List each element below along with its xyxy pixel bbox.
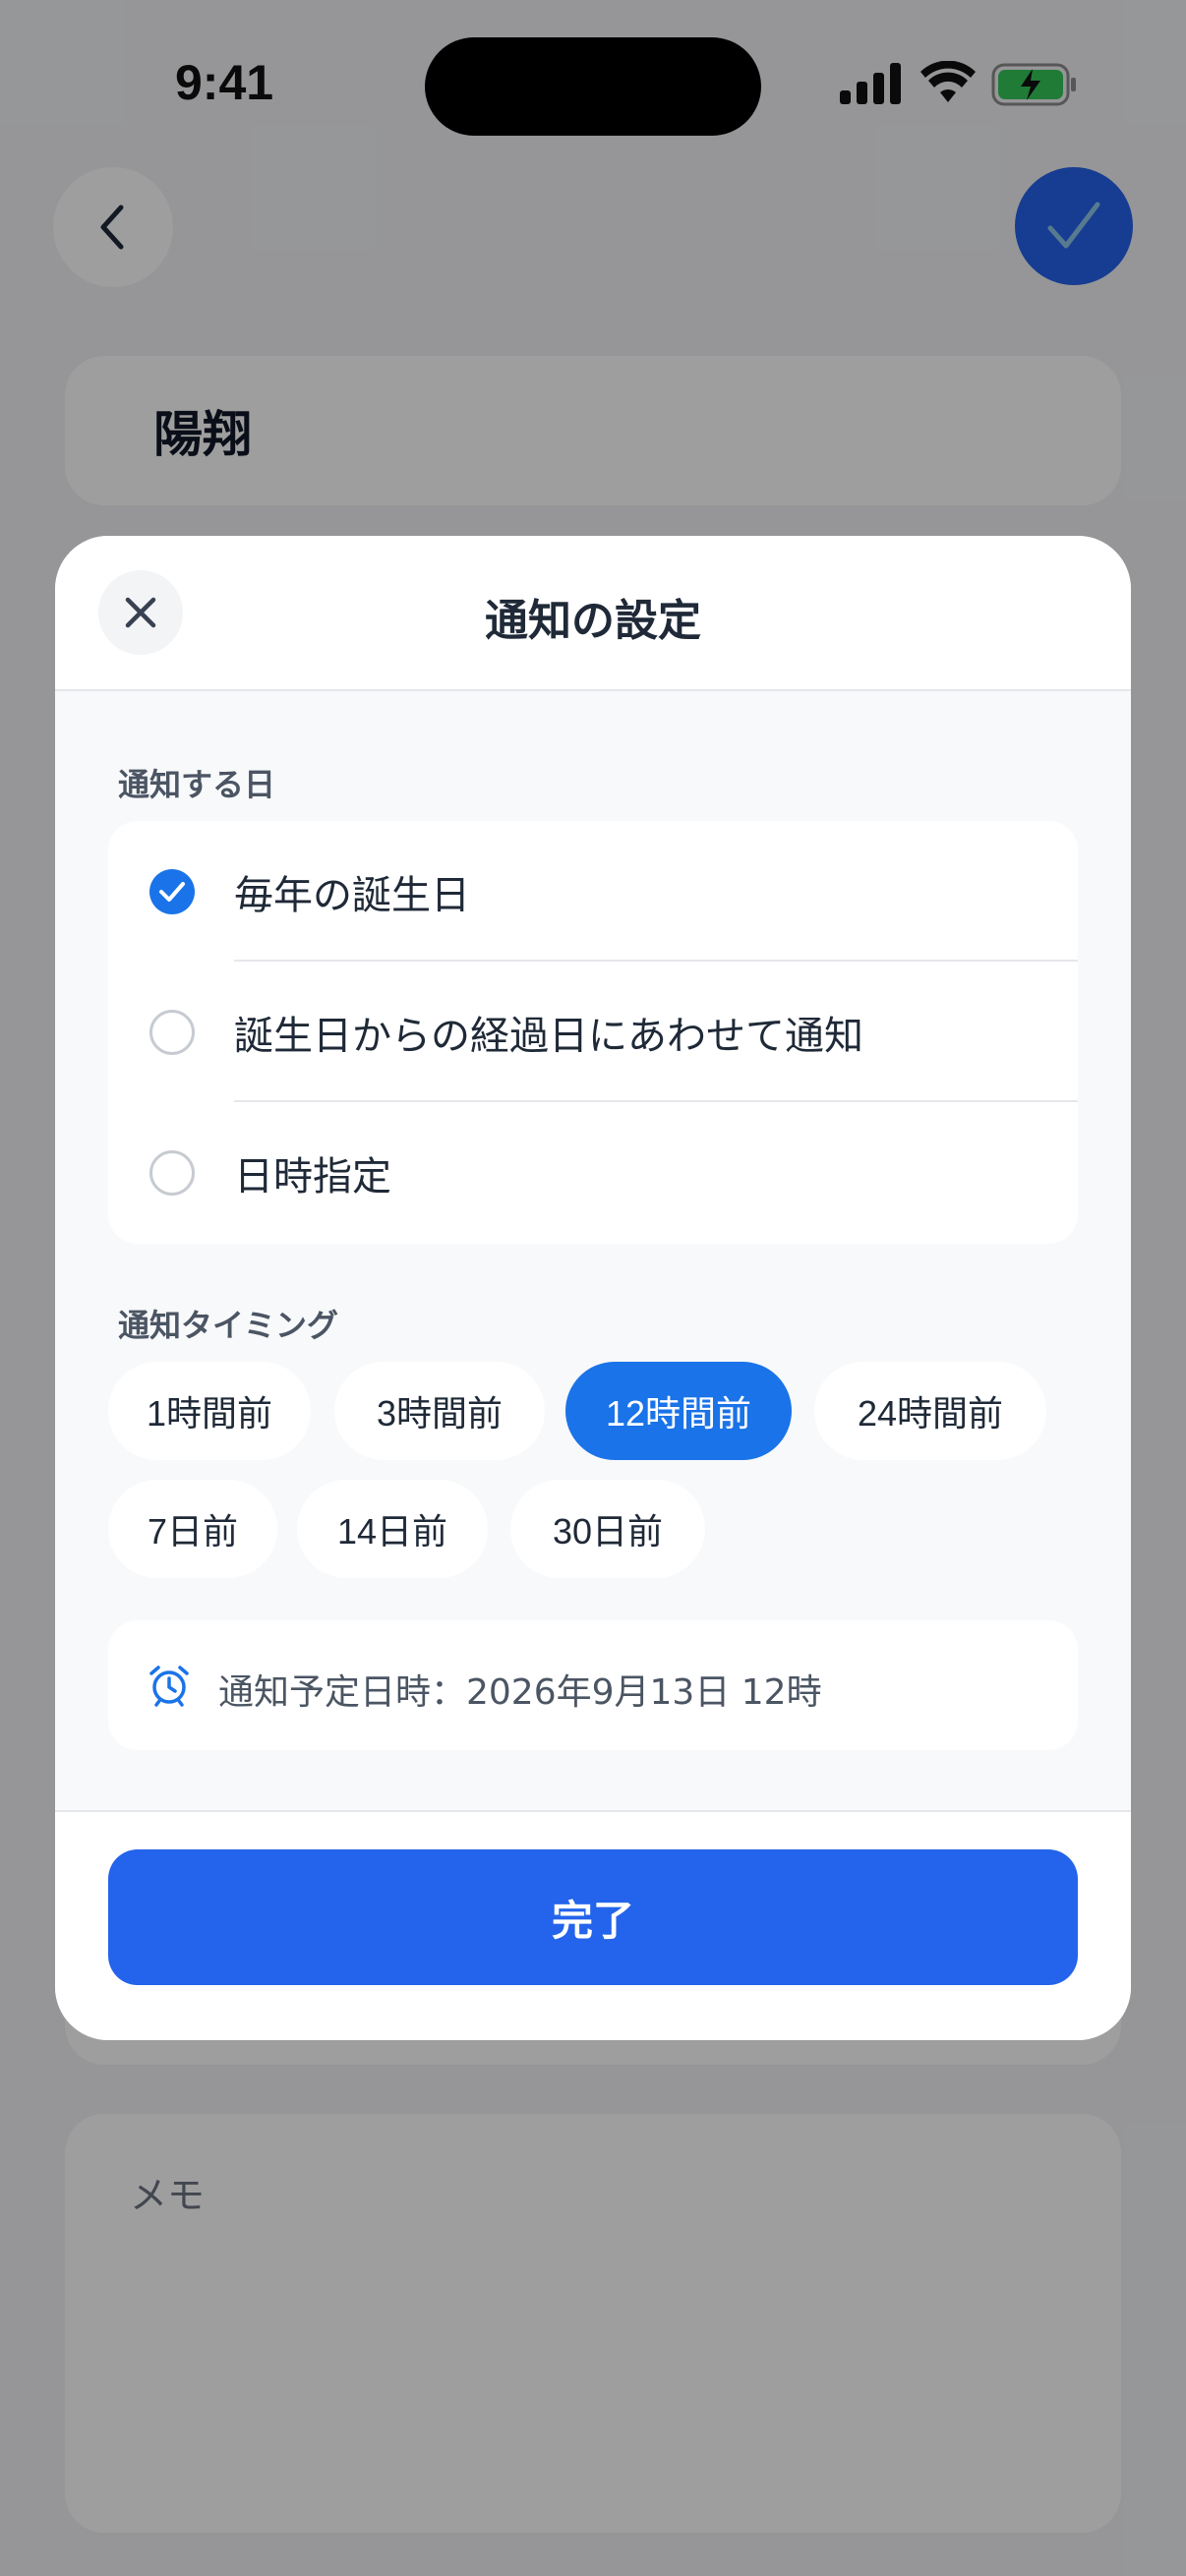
timing-chip-24h[interactable]: 24時間前 [814, 1362, 1046, 1460]
modal-title: 通知の設定 [485, 596, 701, 646]
radio-checked[interactable] [149, 868, 195, 914]
notify-day-label: 通知する日 [118, 766, 276, 803]
notification-settings-modal: 通知の設定 通知する日 毎年の誕生日 誕生日からの経過日にあわせて通知 日時指定… [55, 536, 1131, 2040]
option-label: 日時指定 [234, 1153, 391, 1200]
timing-label: 通知タイミング [118, 1307, 339, 1344]
scheduled-time-card: 通知予定日時：2026年9月13日 12時 [108, 1620, 1078, 1750]
notify-day-options: 毎年の誕生日 誕生日からの経過日にあわせて通知 日時指定 [108, 821, 1078, 1244]
modal-footer: 完了 [55, 1810, 1131, 2040]
timing-chip-7d[interactable]: 7日前 [108, 1480, 277, 1578]
option-elapsed-days[interactable]: 誕生日からの経過日にあわせて通知 [108, 962, 1078, 1102]
timing-chip-1h[interactable]: 1時間前 [108, 1362, 311, 1460]
timing-chip-12h[interactable]: 12時間前 [565, 1362, 792, 1460]
option-label: 誕生日からの経過日にあわせて通知 [234, 1013, 863, 1059]
option-yearly-birthday[interactable]: 毎年の誕生日 [108, 821, 1078, 962]
option-specific-datetime[interactable]: 日時指定 [108, 1102, 1078, 1243]
timing-chip-14d[interactable]: 14日前 [297, 1480, 488, 1578]
radio-unchecked[interactable] [149, 1009, 195, 1055]
option-label: 毎年の誕生日 [234, 872, 470, 918]
checkmark-icon [159, 881, 185, 902]
modal-header: 通知の設定 [55, 536, 1131, 691]
timing-chip-3h[interactable]: 3時間前 [334, 1362, 545, 1460]
timing-chip-30d[interactable]: 30日前 [510, 1480, 705, 1578]
alarm-clock-icon [149, 1666, 189, 1707]
modal-body: 通知する日 毎年の誕生日 誕生日からの経過日にあわせて通知 日時指定 通知タイミ… [55, 691, 1131, 1810]
radio-unchecked[interactable] [149, 1149, 195, 1196]
scheduled-time-text: 通知予定日時：2026年9月13日 12時 [218, 1672, 822, 1713]
done-button[interactable]: 完了 [108, 1849, 1078, 1985]
